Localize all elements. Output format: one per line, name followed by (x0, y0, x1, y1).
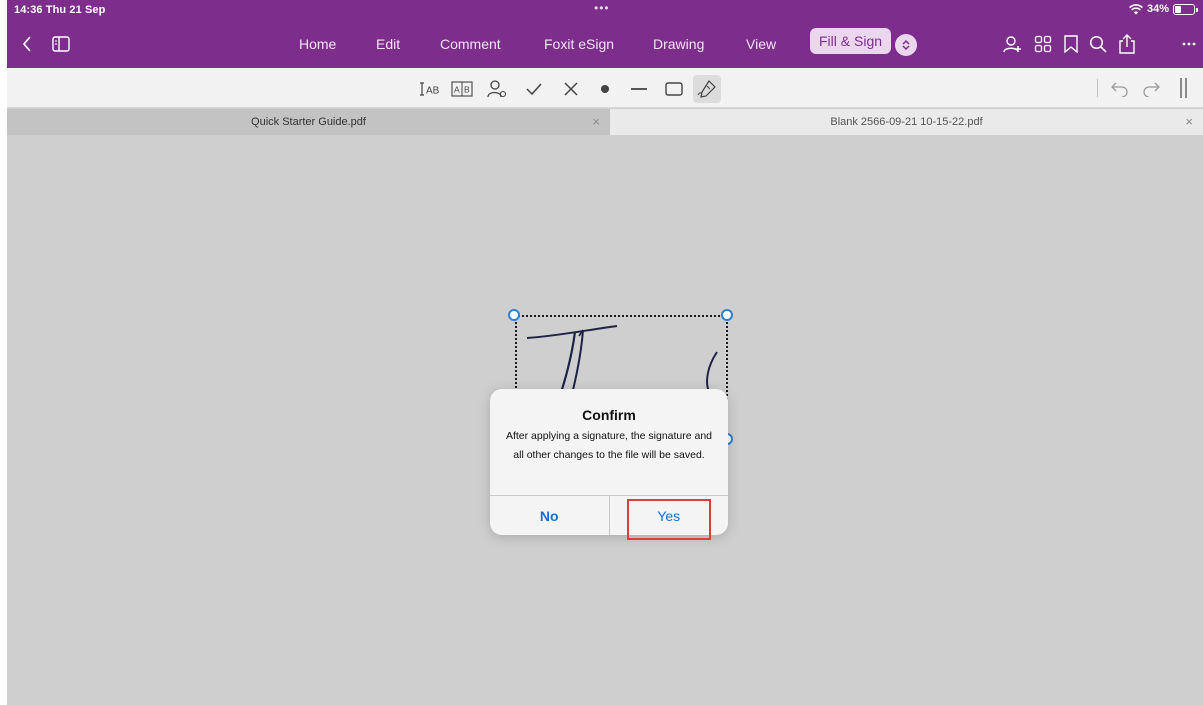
tab-edit[interactable]: Edit (376, 36, 400, 52)
redo-icon[interactable] (1139, 77, 1163, 101)
back-icon[interactable] (15, 32, 39, 56)
dialog-actions: No Yes (490, 495, 728, 535)
tab-foxit-esign[interactable]: Foxit eSign (544, 36, 614, 52)
tab-fill-and-sign[interactable]: Fill & Sign (810, 28, 892, 54)
status-bar: 14:36 Thu 21 Sep ••• 34% (7, 0, 1203, 19)
tab-drawing[interactable]: Drawing (653, 36, 704, 52)
doc-tab-label: Blank 2566-09-21 10-15-22.pdf (830, 116, 983, 128)
dialog-title: Confirm (582, 407, 636, 423)
multitask-dots[interactable]: ••• (594, 1, 610, 15)
top-nav-bar: Home Edit Comment Foxit eSign Drawing Vi… (7, 19, 1203, 68)
share-icon[interactable] (1115, 32, 1139, 56)
cross-icon[interactable] (559, 77, 583, 101)
check-icon[interactable] (522, 77, 546, 101)
svg-text:B: B (464, 85, 470, 95)
doc-tab-quick-starter[interactable]: Quick Starter Guide.pdf × (7, 109, 610, 135)
undo-icon[interactable] (1108, 77, 1132, 101)
yes-button[interactable]: Yes (610, 496, 729, 535)
resize-handle-top-left[interactable] (508, 309, 520, 321)
switch-icon[interactable] (895, 34, 917, 56)
tab-comment[interactable]: Comment (440, 36, 501, 52)
more-icon[interactable] (1179, 32, 1199, 56)
bookmark-icon[interactable] (1059, 32, 1083, 56)
battery-icon (1173, 3, 1198, 15)
wifi-icon (1129, 3, 1143, 14)
battery-percent: 34% (1146, 3, 1169, 15)
status-time: 14:36 Thu 21 Sep (14, 4, 106, 16)
dot-icon[interactable] (593, 77, 617, 101)
pause-bars-icon[interactable] (1179, 78, 1189, 98)
resize-handle-top-right[interactable] (721, 309, 733, 321)
close-icon[interactable]: × (1185, 114, 1193, 129)
profile-icon[interactable] (485, 77, 509, 101)
doc-tab-blank[interactable]: Blank 2566-09-21 10-15-22.pdf × (610, 109, 1203, 135)
add-user-icon[interactable] (1001, 32, 1025, 56)
close-icon[interactable]: × (592, 114, 600, 129)
line-icon[interactable] (627, 77, 651, 101)
status-right: 34% (1129, 3, 1198, 15)
no-button[interactable]: No (490, 496, 610, 535)
doc-tab-label: Quick Starter Guide.pdf (251, 116, 366, 128)
signature-pen-icon[interactable] (693, 75, 721, 103)
fill-sign-toolbar: AB AB (7, 68, 1203, 108)
confirm-dialog: Confirm After applying a signature, the … (490, 389, 728, 535)
tab-home[interactable]: Home (299, 36, 336, 52)
sidebar-panel-icon[interactable] (49, 32, 73, 56)
tab-view[interactable]: View (746, 36, 776, 52)
svg-text:AB: AB (426, 86, 440, 97)
svg-text:A: A (454, 85, 460, 95)
dialog-message: After applying a signature, the signatur… (505, 430, 713, 461)
comb-text-icon[interactable]: AB (450, 77, 474, 101)
document-tabs: Quick Starter Guide.pdf × Blank 2566-09-… (7, 109, 1203, 135)
battery-fill (1175, 5, 1182, 13)
rectangle-icon[interactable] (662, 77, 686, 101)
grid-icon[interactable] (1031, 32, 1055, 56)
app-window: 14:36 Thu 21 Sep ••• 34% Home Edit Comme… (7, 0, 1203, 705)
text-ab-icon[interactable]: AB (417, 77, 441, 101)
search-icon[interactable] (1086, 32, 1110, 56)
toolbar-divider (1097, 79, 1098, 97)
